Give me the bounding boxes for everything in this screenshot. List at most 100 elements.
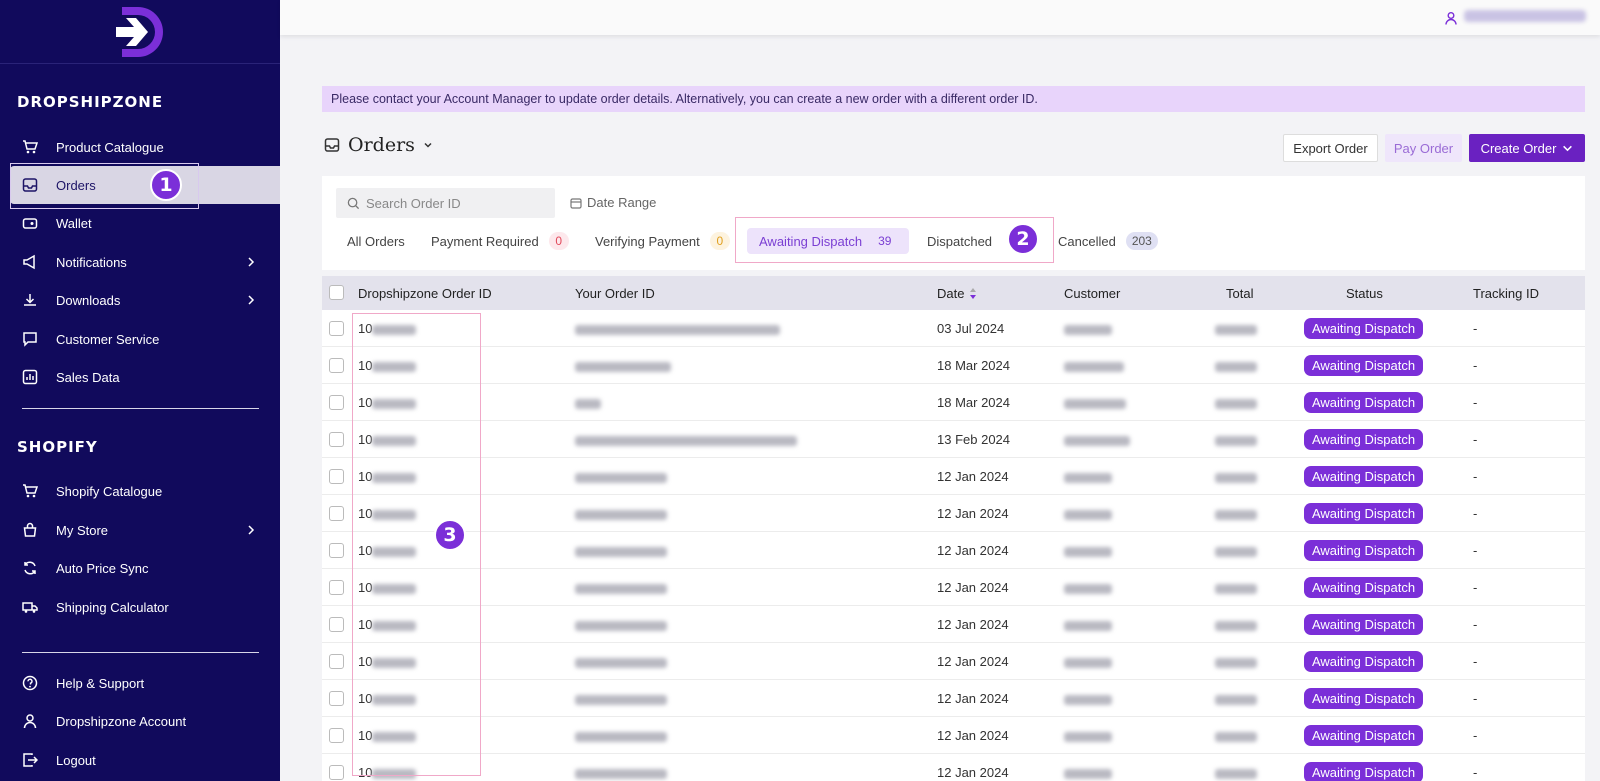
chart-icon	[22, 369, 38, 385]
redacted-your-order-id	[575, 620, 667, 631]
download-icon	[24, 294, 36, 306]
tab-label: Verifying Payment	[595, 233, 700, 249]
column-header-date[interactable]: Date	[937, 286, 977, 301]
row-checkbox[interactable]	[329, 358, 344, 373]
search-input[interactable]: Search Order ID	[336, 188, 555, 218]
tracking-id: -	[1473, 469, 1478, 484]
row-checkbox[interactable]	[329, 432, 344, 447]
table-row[interactable]: 10 12 Jan 2024 Awaiting Dispatch -	[322, 717, 1585, 754]
tab-all-orders[interactable]: All Orders	[347, 228, 405, 254]
column-header-your-order-id[interactable]: Your Order ID	[575, 286, 655, 301]
row-checkbox[interactable]	[329, 617, 344, 632]
column-header-total[interactable]: Total	[1226, 286, 1253, 301]
select-all-checkbox[interactable]	[329, 285, 344, 300]
row-checkbox[interactable]	[329, 506, 344, 521]
row-checkbox[interactable]	[329, 654, 344, 669]
status-badge: Awaiting Dispatch	[1304, 614, 1423, 635]
sidebar-item-dropshipzone-account[interactable]: Dropshipzone Account	[0, 702, 280, 740]
customer-name	[1064, 358, 1124, 373]
row-checkbox[interactable]	[329, 469, 344, 484]
table-row[interactable]: 10 12 Jan 2024 Awaiting Dispatch -	[322, 754, 1585, 781]
order-total	[1215, 654, 1257, 669]
table-row[interactable]: 10 12 Jan 2024 Awaiting Dispatch -	[322, 458, 1585, 495]
redacted-customer	[1064, 398, 1126, 409]
sidebar-item-logout[interactable]: Logout	[0, 741, 280, 779]
order-total	[1215, 617, 1257, 632]
table-row[interactable]: 10 12 Jan 2024 Awaiting Dispatch -	[322, 495, 1585, 532]
sidebar-item-downloads[interactable]: Downloads	[0, 281, 280, 319]
row-checkbox[interactable]	[329, 691, 344, 706]
redacted-customer	[1064, 361, 1124, 372]
table-row[interactable]: 10 18 Mar 2024 Awaiting Dispatch -	[322, 384, 1585, 421]
sidebar-item-customer-service[interactable]: Customer Service	[0, 320, 280, 358]
tab-verifying-payment[interactable]: Verifying Payment 0	[595, 228, 730, 254]
sidebar-item-shopify-catalogue[interactable]: Shopify Catalogue	[0, 472, 280, 510]
date-range-picker[interactable]: Date Range	[570, 195, 656, 210]
section-title-shopify: SHOPIFY	[17, 438, 98, 456]
order-date: 12 Jan 2024	[937, 654, 1009, 669]
sort-icon	[970, 288, 977, 299]
cart-icon	[23, 140, 38, 154]
row-checkbox[interactable]	[329, 543, 344, 558]
truck-icon	[22, 602, 38, 613]
column-header-tracking-id[interactable]: Tracking ID	[1473, 286, 1539, 301]
table-row[interactable]: 10 12 Jan 2024 Awaiting Dispatch -	[322, 532, 1585, 569]
status-badge: Awaiting Dispatch	[1304, 429, 1423, 450]
sidebar-item-notifications[interactable]: Notifications	[0, 243, 280, 281]
redacted-your-order-id	[575, 657, 667, 668]
notice-banner: Please contact your Account Manager to u…	[322, 86, 1585, 112]
tracking-id: -	[1473, 432, 1478, 447]
sidebar-item-help-support[interactable]: Help & Support	[0, 664, 280, 702]
customer-name	[1064, 580, 1112, 595]
table-row[interactable]: 10 18 Mar 2024 Awaiting Dispatch -	[322, 347, 1585, 384]
page-title[interactable]: Orders	[324, 134, 433, 156]
order-total	[1215, 469, 1257, 484]
table-row[interactable]: 10 12 Jan 2024 Awaiting Dispatch -	[322, 606, 1585, 643]
row-checkbox[interactable]	[329, 395, 344, 410]
annotation-badge-3: 3	[434, 519, 466, 551]
column-header-dropshipzone-order-id[interactable]: Dropshipzone Order ID	[358, 286, 492, 301]
sidebar: DROPSHIPZONE Product Catalogue Orders 1 …	[0, 0, 280, 781]
pay-order-button[interactable]: Pay Order	[1385, 134, 1462, 162]
table-row[interactable]: 10 12 Jan 2024 Awaiting Dispatch -	[322, 569, 1585, 606]
redacted-your-order-id	[575, 472, 667, 483]
sidebar-item-label: Product Catalogue	[56, 139, 164, 155]
column-header-status[interactable]: Status	[1346, 286, 1383, 301]
order-total	[1215, 580, 1257, 595]
sidebar-divider	[22, 408, 259, 409]
sidebar-item-label: Auto Price Sync	[56, 560, 149, 576]
tab-payment-required[interactable]: Payment Required 0	[431, 228, 569, 254]
sidebar-item-shipping-calculator[interactable]: Shipping Calculator	[0, 588, 280, 626]
row-checkbox[interactable]	[329, 580, 344, 595]
table-row[interactable]: 10 12 Jan 2024 Awaiting Dispatch -	[322, 643, 1585, 680]
create-order-button[interactable]: Create Order	[1469, 134, 1585, 162]
table-row[interactable]: 10 03 Jul 2024 Awaiting Dispatch -	[322, 310, 1585, 347]
tab-cancelled[interactable]: Cancelled 203	[1058, 228, 1158, 254]
table-row[interactable]: 10 12 Jan 2024 Awaiting Dispatch -	[322, 680, 1585, 717]
sidebar-item-wallet[interactable]: Wallet	[0, 204, 280, 242]
row-checkbox[interactable]	[329, 728, 344, 743]
redacted-customer	[1064, 583, 1112, 594]
row-checkbox[interactable]	[329, 321, 344, 336]
tracking-id: -	[1473, 321, 1478, 336]
sidebar-item-sales-data[interactable]: Sales Data	[0, 358, 280, 396]
sidebar-item-product-catalogue[interactable]: Product Catalogue	[0, 128, 280, 166]
order-total	[1215, 358, 1257, 373]
order-date: 12 Jan 2024	[937, 506, 1009, 521]
your-order-id	[575, 543, 667, 558]
export-order-button[interactable]: Export Order	[1283, 134, 1378, 162]
chevron-down-icon	[1563, 145, 1573, 151]
user-icon[interactable]	[1444, 11, 1458, 25]
table-row[interactable]: 10 13 Feb 2024 Awaiting Dispatch -	[322, 421, 1585, 458]
dropshipzone-logo[interactable]	[0, 0, 280, 64]
sidebar-item-my-store[interactable]: My Store	[0, 511, 280, 549]
column-header-customer[interactable]: Customer	[1064, 286, 1120, 301]
order-total	[1215, 543, 1257, 558]
row-checkbox[interactable]	[329, 765, 344, 780]
redacted-your-order-id	[575, 361, 671, 372]
order-date: 18 Mar 2024	[937, 358, 1010, 373]
user-account-name-redacted[interactable]	[1464, 10, 1586, 22]
sidebar-item-auto-price-sync[interactable]: Auto Price Sync	[0, 549, 280, 587]
tracking-id: -	[1473, 691, 1478, 706]
date-range-label: Date Range	[587, 195, 657, 210]
